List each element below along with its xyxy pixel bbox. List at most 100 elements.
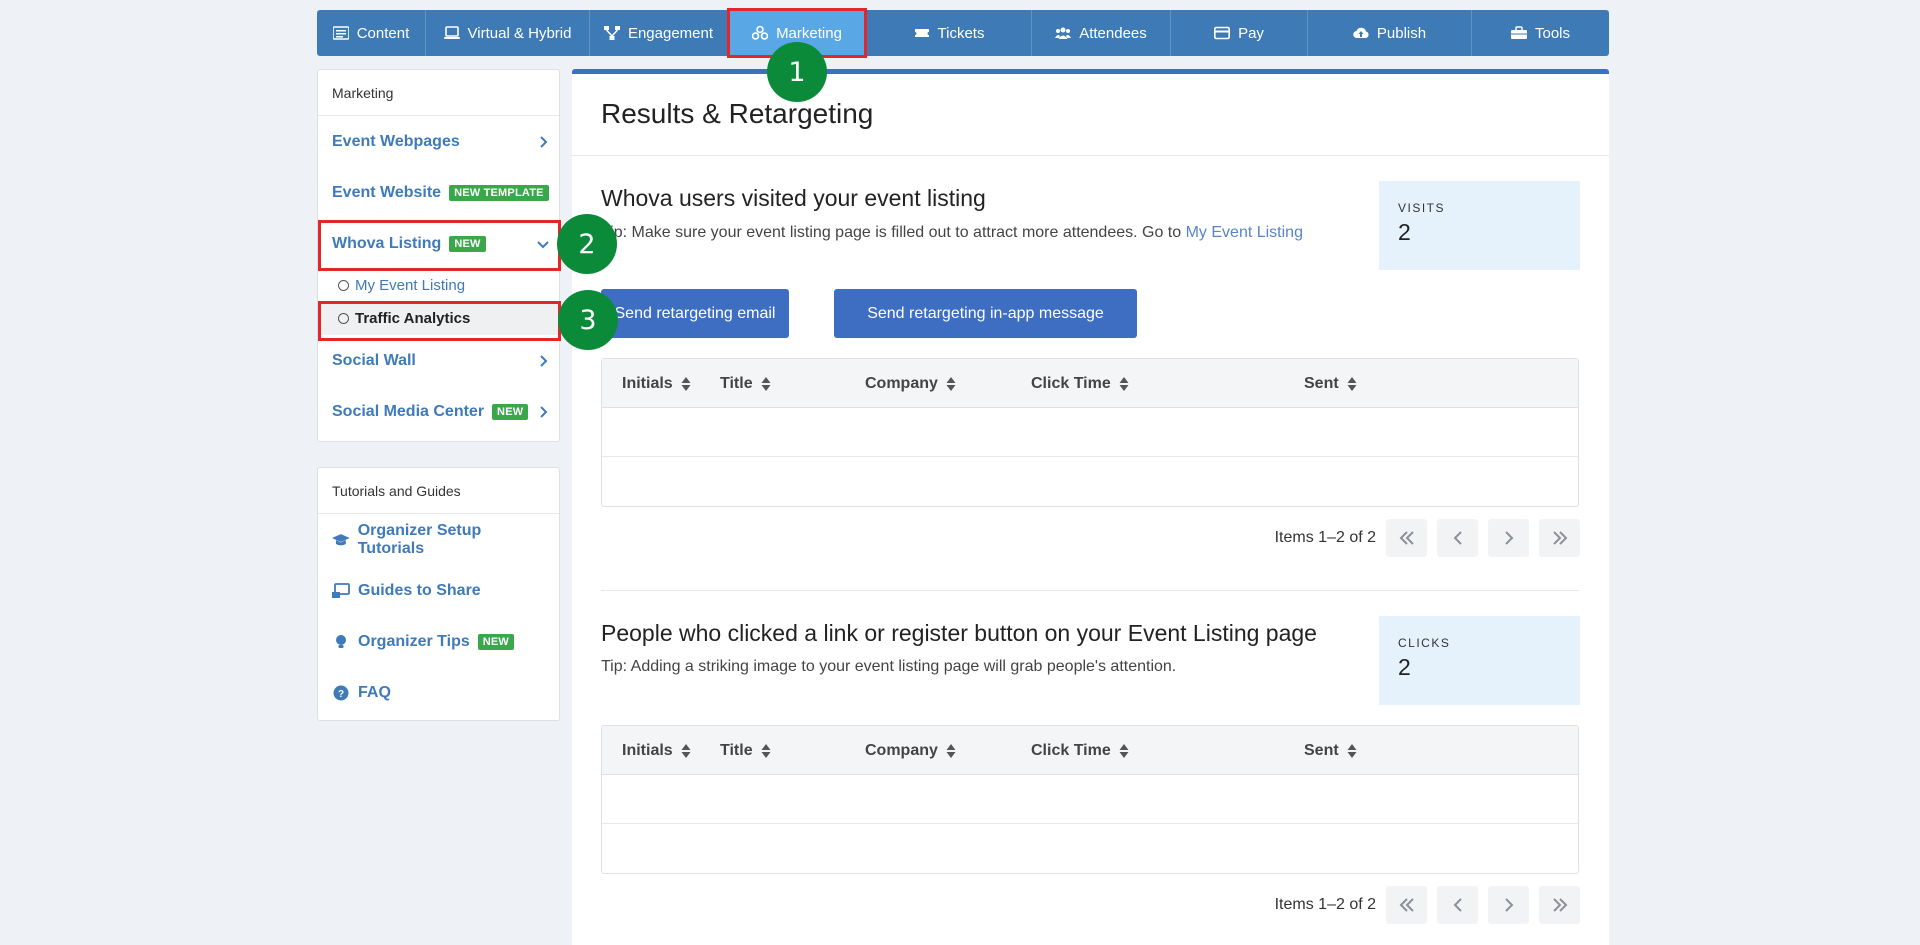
table-row bbox=[602, 408, 1578, 457]
prev-page-button[interactable] bbox=[1437, 519, 1478, 557]
column-label: Click Time bbox=[1031, 374, 1111, 392]
double-chevron-left-icon bbox=[1399, 531, 1414, 545]
sort-icon bbox=[681, 376, 691, 391]
nav-tab-publish[interactable]: Publish bbox=[1308, 10, 1472, 56]
nav-tab-attendees[interactable]: Attendees bbox=[1032, 10, 1171, 56]
column-header-sent[interactable]: Sent bbox=[1304, 359, 1357, 408]
last-page-button[interactable] bbox=[1539, 886, 1580, 924]
new-template-badge: NEW TEMPLATE bbox=[449, 184, 549, 201]
double-chevron-right-icon bbox=[1552, 898, 1567, 912]
network-icon bbox=[603, 26, 620, 40]
column-header-title[interactable]: Title bbox=[720, 359, 771, 408]
sort-icon bbox=[1347, 743, 1357, 758]
sidebar-subitem-my-event-listing[interactable]: My Event Listing bbox=[318, 269, 559, 302]
stat-label: CLICKS bbox=[1398, 636, 1451, 650]
prev-page-button[interactable] bbox=[1437, 886, 1478, 924]
send-retargeting-inapp-button[interactable]: Send retargeting in-app message bbox=[834, 289, 1137, 338]
chevron-left-icon bbox=[1453, 531, 1462, 545]
column-header-company[interactable]: Company bbox=[865, 726, 956, 775]
sidebar-item-label: Social Wall bbox=[332, 351, 416, 369]
cloud-upload-icon bbox=[1353, 27, 1369, 39]
clicks-table: Initials Title Company Click Time Sent bbox=[601, 725, 1579, 874]
sidebar-item-organizer-setup-tutorials[interactable]: Organizer Setup Tutorials bbox=[318, 514, 559, 565]
sidebar-item-faq[interactable]: ? FAQ bbox=[318, 667, 559, 718]
share-icon bbox=[752, 26, 769, 40]
sidebar-subitem-label: Traffic Analytics bbox=[355, 310, 471, 327]
next-page-button[interactable] bbox=[1488, 886, 1529, 924]
nav-tab-label: Virtual & Hybrid bbox=[467, 24, 572, 42]
table-row bbox=[602, 824, 1578, 873]
column-label: Title bbox=[720, 374, 753, 392]
sidebar-item-guides-to-share[interactable]: Guides to Share bbox=[318, 565, 559, 616]
sort-icon bbox=[946, 376, 956, 391]
my-event-listing-link[interactable]: My Event Listing bbox=[1186, 224, 1303, 241]
lightbulb-icon bbox=[336, 634, 346, 648]
nav-tab-label: Engagement bbox=[627, 24, 714, 42]
column-label: Initials bbox=[622, 374, 673, 392]
sidebar-item-label: Organizer Setup Tutorials bbox=[357, 521, 482, 557]
column-header-initials[interactable]: Initials bbox=[622, 726, 691, 775]
section-divider bbox=[601, 590, 1579, 591]
sidebar-marketing-card: Marketing Event Webpages Event Website N… bbox=[317, 69, 560, 442]
pager-text: Items 1–2 of 2 bbox=[1274, 529, 1376, 546]
first-page-button[interactable] bbox=[1386, 519, 1427, 557]
nav-tab-content[interactable]: Content bbox=[317, 10, 426, 56]
column-label: Company bbox=[865, 741, 938, 759]
column-header-click-time[interactable]: Click Time bbox=[1031, 359, 1129, 408]
nav-tab-pay[interactable]: Pay bbox=[1171, 10, 1308, 56]
sidebar-item-whova-listing[interactable]: Whova Listing NEW bbox=[318, 218, 559, 269]
column-header-title[interactable]: Title bbox=[720, 726, 771, 775]
chevron-left-icon bbox=[1453, 898, 1462, 912]
sidebar-item-label: FAQ bbox=[358, 683, 391, 701]
sidebar-item-label: Organizer Tips bbox=[358, 632, 470, 650]
list-icon bbox=[332, 26, 349, 40]
toolbox-icon bbox=[1510, 26, 1527, 39]
chevron-right-icon bbox=[1504, 531, 1513, 545]
graduation-cap-icon bbox=[332, 533, 350, 545]
column-header-click-time[interactable]: Click Time bbox=[1031, 726, 1129, 775]
table-row bbox=[602, 775, 1578, 824]
sort-icon bbox=[761, 743, 771, 758]
next-page-button[interactable] bbox=[1488, 519, 1529, 557]
sidebar-item-event-website[interactable]: Event Website NEW TEMPLATE bbox=[318, 167, 559, 218]
sidebar-item-social-wall[interactable]: Social Wall bbox=[318, 335, 559, 386]
send-retargeting-email-button[interactable]: Send retargeting email bbox=[601, 289, 789, 338]
column-label: Sent bbox=[1304, 741, 1339, 759]
nav-tab-engagement[interactable]: Engagement bbox=[590, 10, 728, 56]
sort-icon bbox=[1119, 376, 1129, 391]
stat-value: 2 bbox=[1398, 654, 1411, 680]
callout-badge-1: 1 bbox=[767, 42, 827, 102]
sidebar-item-event-webpages[interactable]: Event Webpages bbox=[318, 116, 559, 167]
visits-section-tip: Tip: Make sure your event listing page i… bbox=[601, 220, 1361, 245]
question-circle-icon: ? bbox=[333, 685, 349, 700]
nav-tab-label: Tools bbox=[1534, 24, 1571, 42]
clicks-pager: Items 1–2 of 2 bbox=[1275, 886, 1580, 924]
nav-tab-tools[interactable]: Tools bbox=[1472, 10, 1609, 56]
ticket-icon bbox=[914, 29, 929, 37]
nav-tab-tickets[interactable]: Tickets bbox=[867, 10, 1032, 56]
sidebar-item-label: Guides to Share bbox=[358, 581, 481, 599]
nav-tab-label: Marketing bbox=[776, 24, 842, 42]
column-label: Initials bbox=[622, 741, 673, 759]
column-header-initials[interactable]: Initials bbox=[622, 359, 691, 408]
nav-tab-label: Tickets bbox=[937, 24, 985, 42]
column-header-company[interactable]: Company bbox=[865, 359, 956, 408]
sidebar-subitem-traffic-analytics[interactable]: Traffic Analytics bbox=[318, 302, 559, 335]
last-page-button[interactable] bbox=[1539, 519, 1580, 557]
chevron-right-icon bbox=[1504, 898, 1513, 912]
circle-bullet-icon bbox=[338, 280, 349, 291]
sidebar-heading: Tutorials and Guides bbox=[318, 468, 559, 514]
table-header: Initials Title Company Click Time Sent bbox=[602, 359, 1578, 408]
column-label: Title bbox=[720, 741, 753, 759]
sidebar-heading: Marketing bbox=[318, 70, 559, 116]
first-page-button[interactable] bbox=[1386, 886, 1427, 924]
divider bbox=[572, 155, 1609, 156]
sort-icon bbox=[1119, 743, 1129, 758]
sidebar-item-social-media-center[interactable]: Social Media Center NEW bbox=[318, 386, 559, 437]
users-icon bbox=[1055, 27, 1072, 39]
sidebar-item-organizer-tips[interactable]: Organizer Tips NEW bbox=[318, 616, 559, 667]
column-header-sent[interactable]: Sent bbox=[1304, 726, 1357, 775]
clicks-stat-box: CLICKS 2 bbox=[1379, 616, 1580, 705]
clicks-section-tip: Tip: Adding a striking image to your eve… bbox=[601, 658, 1177, 675]
nav-tab-virtual-hybrid[interactable]: Virtual & Hybrid bbox=[426, 10, 590, 56]
